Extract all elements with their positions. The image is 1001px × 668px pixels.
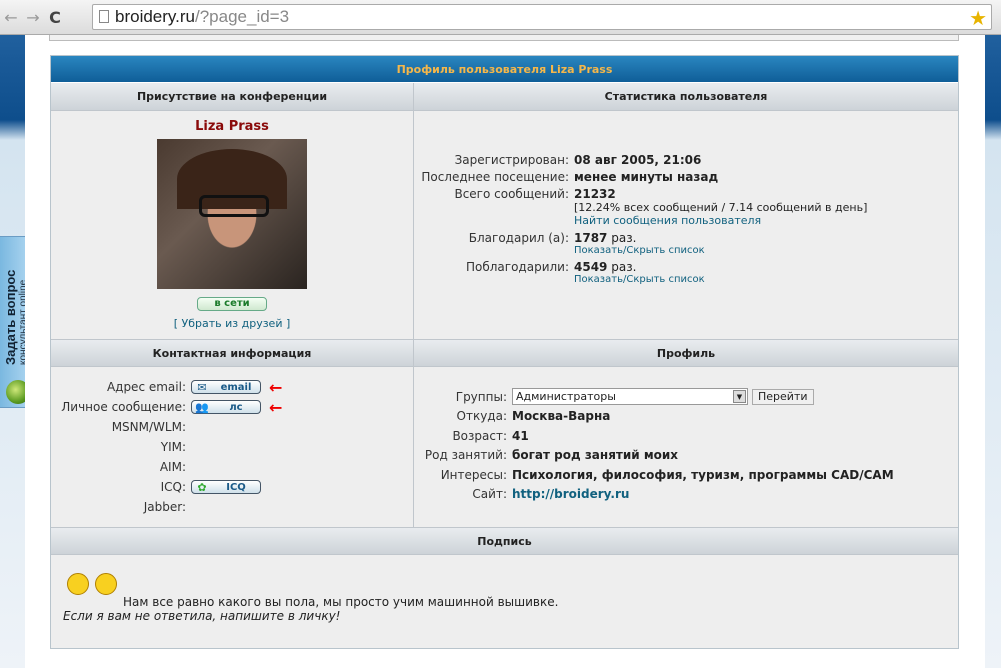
contact-label: Личное сообщение:	[61, 400, 186, 414]
pm-button[interactable]: 👥 лс	[191, 400, 261, 414]
browser-toolbar: ← → C broidery.ru/?page_id=3 ★	[0, 0, 1001, 35]
thanked-by-value: 4549	[574, 260, 608, 274]
posts-note: [12.24% всех сообщений / 7.14 сообщений …	[574, 201, 868, 214]
icq-button[interactable]: ✿ ICQ	[191, 480, 261, 494]
contact-label: ICQ:	[160, 480, 186, 494]
button-label: email	[220, 381, 252, 393]
reload-icon[interactable]: C	[44, 8, 66, 27]
stat-label: Поблагодарили:	[465, 260, 569, 274]
stat-label: Зарегистрирован:	[454, 153, 569, 167]
occupation-value: богат род занятий моих	[512, 448, 679, 463]
toggle-list-link[interactable]: Показать/Скрыть список	[574, 245, 705, 256]
signature-line2: Если я вам не ответила, напишите в личку…	[63, 609, 341, 623]
interests-value: Психология, философия, туризм, программы…	[512, 467, 894, 482]
page-content: Профиль пользователя Liza Prass Присутст…	[25, 35, 985, 668]
go-button[interactable]: Перейти	[752, 388, 814, 405]
detail-label: Откуда:	[456, 409, 507, 424]
envelope-icon: ✉	[197, 380, 207, 394]
groups-label: Группы:	[455, 389, 507, 404]
last-visit-value: менее минуты назад	[574, 170, 719, 184]
contact-label: MSNM/WLM:	[111, 420, 186, 434]
detail-label: Возраст:	[452, 428, 507, 443]
contact-header: Контактная информация	[51, 340, 414, 366]
find-posts-link[interactable]: Найти сообщения пользователя	[574, 214, 867, 227]
top-strip	[49, 35, 959, 41]
contact-label: Jabber:	[143, 500, 186, 514]
contact-label: AIM:	[159, 460, 186, 474]
signature-header: Подпись	[477, 535, 532, 548]
back-icon[interactable]: ←	[0, 8, 22, 27]
stats-header: Статистика пользователя	[604, 90, 768, 103]
icq-flower-icon: ✿	[197, 480, 207, 494]
detail-label: Род занятий:	[424, 448, 507, 463]
smileys-icon	[63, 569, 123, 609]
email-button[interactable]: ✉ email	[191, 380, 261, 394]
page-icon	[99, 10, 109, 23]
posts-value: 21232	[574, 187, 616, 201]
remove-friend-link[interactable]: [ Убрать из друзей ]	[174, 317, 291, 330]
url-path: /?page_id=3	[195, 7, 290, 26]
age-value: 41	[512, 428, 529, 443]
groups-select[interactable]: Администраторы ▼	[512, 388, 748, 406]
signature: Нам все равно какого вы пола, мы просто …	[51, 555, 958, 648]
users-icon: 👥	[195, 400, 209, 414]
dropdown-arrow-icon: ▼	[733, 390, 746, 404]
thanked-value: 1787	[574, 231, 608, 245]
detail-label: Сайт:	[472, 487, 507, 502]
profile-table: Профиль пользователя Liza Prass Присутст…	[50, 55, 959, 649]
profile-header: Профиль	[656, 347, 716, 360]
stat-label: Всего сообщений:	[454, 187, 569, 201]
times-suffix: раз.	[607, 260, 637, 274]
stat-label: Благодарил (а):	[468, 231, 569, 245]
url-host: broidery.ru	[115, 7, 195, 26]
registered-value: 08 авг 2005, 21:06	[574, 153, 702, 167]
bookmark-star-icon[interactable]: ★	[969, 7, 987, 31]
signature-line1: Нам все равно какого вы пола, мы просто …	[123, 595, 559, 609]
forward-icon[interactable]: →	[22, 8, 44, 27]
button-label: лс	[229, 401, 243, 413]
detail-label: Интересы:	[440, 467, 507, 482]
contact-label: YIM:	[160, 440, 186, 454]
times-suffix: раз.	[607, 231, 637, 245]
profile-title: Профиль пользователя Liza Prass	[51, 56, 958, 83]
button-label: ICQ	[226, 481, 246, 493]
red-arrow-icon: ←	[269, 377, 283, 397]
contact-label: Адрес email:	[106, 380, 186, 394]
widget-title: Задать вопрос	[3, 269, 18, 365]
toggle-list-link[interactable]: Показать/Скрыть список	[574, 274, 705, 285]
groups-value: Администраторы	[516, 390, 616, 404]
avatar	[157, 139, 307, 289]
address-bar[interactable]: broidery.ru/?page_id=3 ★	[92, 4, 992, 30]
red-arrow-icon: ←	[269, 397, 283, 417]
stat-label: Последнее посещение:	[421, 170, 569, 184]
location-value: Москва-Варна	[512, 409, 611, 424]
website-link[interactable]: http://broidery.ru	[512, 487, 629, 501]
username: Liza Prass	[195, 119, 269, 134]
online-status-badge: в сети	[197, 297, 267, 311]
presence-header: Присутствие на конференции	[51, 83, 414, 110]
